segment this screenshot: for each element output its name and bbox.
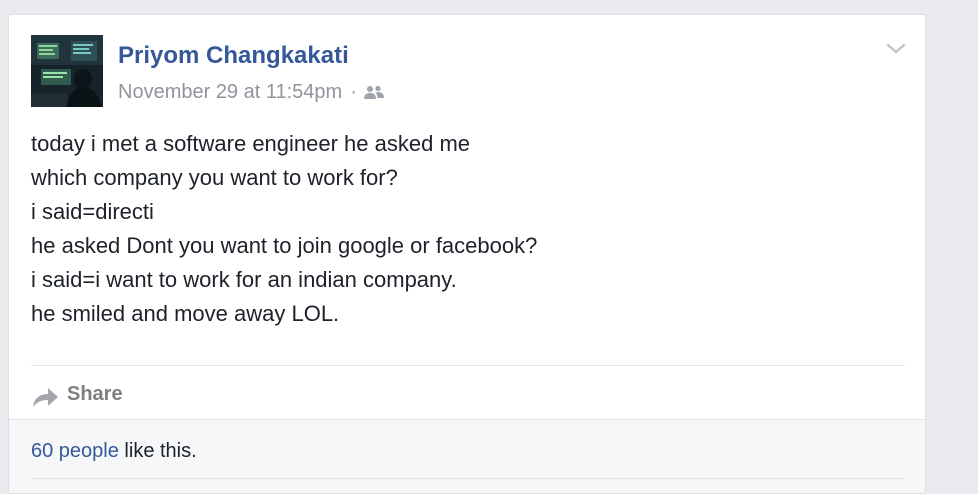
avatar[interactable]	[31, 35, 103, 107]
likes-suffix: like this.	[118, 440, 197, 462]
author-name[interactable]: Priyom Changkakati	[118, 41, 349, 71]
meta-separator: ·	[350, 80, 357, 103]
post-body-line: he asked Dont you want to join google or…	[31, 233, 538, 258]
reactions-footer: 60 people like this.	[9, 419, 925, 493]
share-arrow-icon	[33, 388, 58, 407]
share-button[interactable]: Share	[31, 379, 123, 409]
share-label: Share	[67, 382, 123, 405]
post-body-line: which company you want to work for?	[31, 165, 398, 190]
avatar-image	[31, 35, 103, 107]
friends-icon[interactable]	[363, 84, 385, 100]
post-body: today i met a software engineer he asked…	[31, 127, 537, 331]
post-body-line: today i met a software engineer he asked…	[31, 131, 471, 156]
footer-divider	[31, 478, 905, 479]
post-meta: November 29 at 11:54pm ·	[118, 79, 385, 105]
actions-divider	[31, 365, 905, 366]
post-card: Priyom Changkakati November 29 at 11:54p…	[8, 14, 926, 494]
likes-summary: 60 people like this.	[31, 440, 197, 463]
post-body-line: he smiled and move away LOL.	[31, 301, 340, 326]
chevron-down-icon[interactable]	[885, 41, 907, 57]
post-timestamp[interactable]: November 29 at 11:54pm	[118, 81, 342, 104]
post-body-line: i said=i want to work for an indian comp…	[31, 267, 457, 292]
likes-count-link[interactable]: 60 people	[31, 440, 119, 462]
post-body-line: i said=directi	[31, 199, 154, 224]
